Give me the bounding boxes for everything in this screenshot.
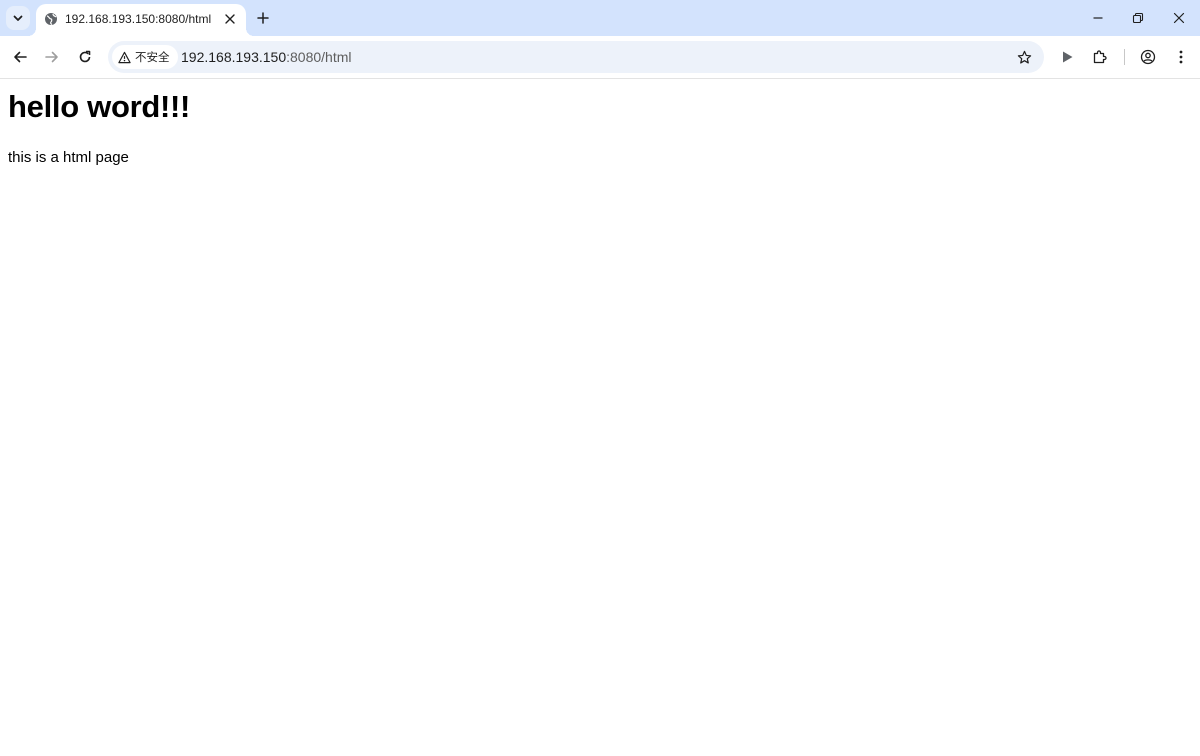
url-text[interactable]: 192.168.193.150:8080/html bbox=[181, 49, 351, 65]
bookmark-button[interactable] bbox=[1012, 45, 1036, 69]
tab-search-button[interactable] bbox=[6, 6, 30, 30]
warning-triangle-icon bbox=[118, 51, 131, 64]
restore-button[interactable] bbox=[1126, 6, 1150, 30]
media-button[interactable] bbox=[1055, 45, 1079, 69]
toolbar-separator bbox=[1124, 49, 1125, 65]
tab-title: 192.168.193.150:8080/html bbox=[65, 12, 212, 26]
tab-strip: 192.168.193.150:8080/html bbox=[0, 0, 1200, 36]
arrow-left-icon bbox=[13, 50, 27, 64]
play-icon bbox=[1060, 50, 1074, 64]
globe-icon bbox=[44, 12, 58, 26]
page-heading: hello word!!! bbox=[8, 89, 191, 124]
page-content: hello word!!! this is a html page bbox=[0, 79, 1200, 756]
restore-icon bbox=[1132, 12, 1144, 24]
profile-icon bbox=[1140, 49, 1156, 65]
back-button[interactable] bbox=[8, 45, 32, 69]
kebab-menu-icon bbox=[1179, 50, 1183, 64]
address-bar[interactable]: 不安全 192.168.193.150:8080/html bbox=[108, 41, 1044, 73]
page-paragraph: this is a html page bbox=[8, 149, 129, 166]
reload-icon bbox=[78, 50, 92, 64]
url-host: 192.168.193.150 bbox=[181, 49, 287, 65]
profile-button[interactable] bbox=[1136, 45, 1160, 69]
url-path: :8080/html bbox=[286, 49, 352, 65]
tab-active[interactable]: 192.168.193.150:8080/html bbox=[28, 4, 254, 36]
close-icon bbox=[1173, 12, 1185, 24]
star-icon bbox=[1017, 50, 1032, 65]
puzzle-icon bbox=[1092, 49, 1108, 65]
site-info-chip[interactable]: 不安全 bbox=[112, 45, 178, 69]
plus-icon bbox=[257, 12, 269, 24]
arrow-right-icon bbox=[45, 50, 59, 64]
close-window-button[interactable] bbox=[1167, 6, 1191, 30]
chevron-down-icon bbox=[12, 12, 24, 24]
extensions-button[interactable] bbox=[1088, 45, 1112, 69]
new-tab-button[interactable] bbox=[253, 8, 273, 28]
close-icon[interactable] bbox=[222, 11, 238, 27]
browser-menu-button[interactable] bbox=[1169, 45, 1193, 69]
browser-toolbar: 不安全 192.168.193.150:8080/html bbox=[0, 36, 1200, 79]
minimize-icon bbox=[1092, 12, 1104, 24]
security-label: 不安全 bbox=[135, 52, 170, 64]
reload-button[interactable] bbox=[73, 45, 97, 69]
forward-button[interactable] bbox=[40, 45, 64, 69]
minimize-button[interactable] bbox=[1086, 6, 1110, 30]
